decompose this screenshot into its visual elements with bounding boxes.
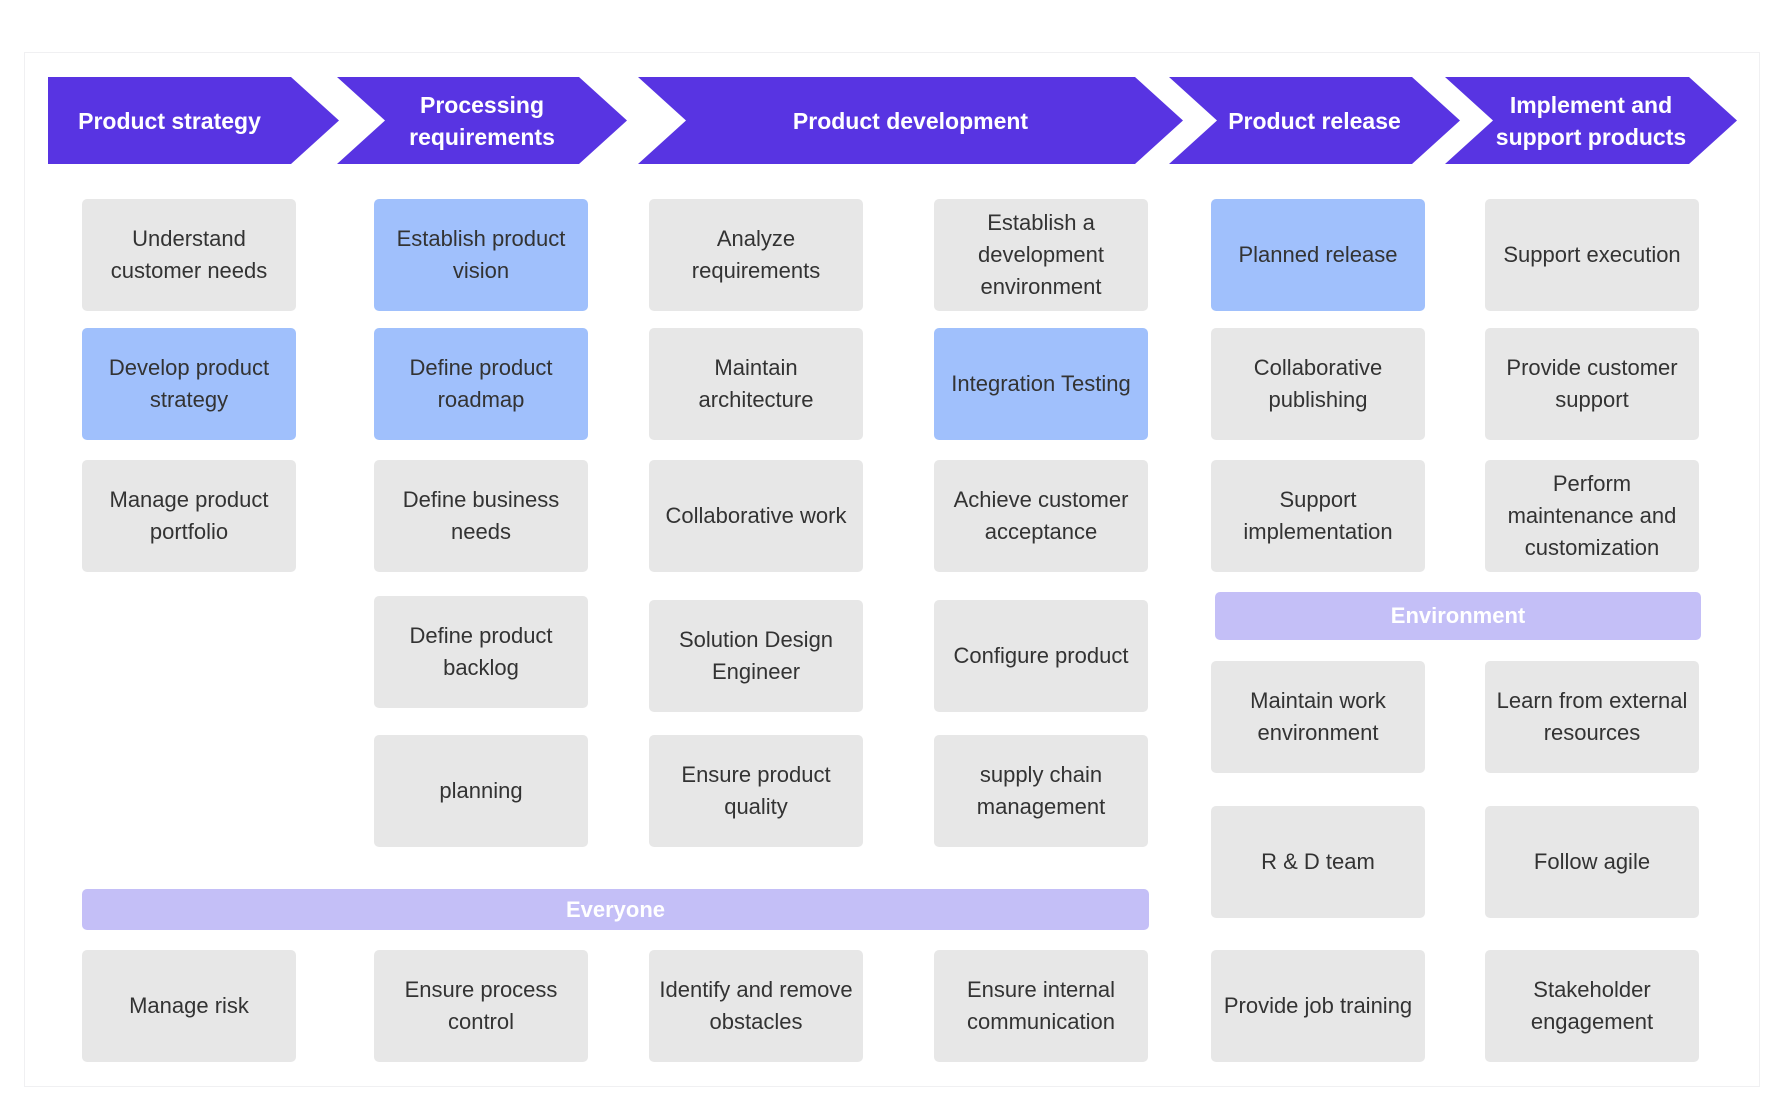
task-card-label: Collaborative publishing (1253, 355, 1383, 412)
task-card-label: Stakeholder engagement (1530, 977, 1654, 1034)
task-card: Manage product portfolio (82, 460, 296, 572)
task-card: Configure product (934, 600, 1148, 712)
task-card: Maintain work environment (1211, 661, 1425, 773)
task-card: R & D team (1211, 806, 1425, 918)
task-card: Ensure product quality (649, 735, 863, 847)
task-card: Support execution (1485, 199, 1699, 311)
stage-label: Product release (1228, 107, 1401, 134)
task-card: Maintain architecture (649, 328, 863, 440)
task-card: Collaborative publishing (1211, 328, 1425, 440)
task-card-label: Ensure product quality (681, 762, 831, 819)
task-card: supply chain management (934, 735, 1148, 847)
task-card: Develop product strategy (82, 328, 296, 440)
task-card: Define business needs (374, 460, 588, 572)
stage-label: Implement and support products (1495, 91, 1687, 150)
task-card-label: Planned release (1238, 242, 1398, 267)
task-card-label: Develop product strategy (108, 355, 270, 412)
task-card-label: Manage product portfolio (109, 487, 269, 544)
task-card-label: Solution Design Engineer (678, 627, 834, 684)
stage-label: Product development (792, 107, 1029, 134)
task-card-label: Identify and remove obstacles (659, 977, 853, 1034)
task-card: Solution Design Engineer (649, 600, 863, 712)
task-card-label: Maintain work environment (1250, 688, 1386, 745)
task-card-label: R & D team (1261, 849, 1375, 874)
task-card: Define product roadmap (374, 328, 588, 440)
task-card-label: Provide job training (1223, 993, 1413, 1018)
task-card: Understand customer needs (82, 199, 296, 311)
stage-label: Product strategy (78, 107, 261, 134)
task-card-label: Follow agile (1533, 849, 1651, 874)
task-card: planning (374, 735, 588, 847)
task-card: Perform maintenance and customization (1485, 460, 1699, 572)
task-card-label: Perform maintenance and customization (1507, 471, 1677, 560)
task-card: Support implementation (1211, 460, 1425, 572)
task-card: Establish product vision (374, 199, 588, 311)
task-card-label: Collaborative work (665, 503, 847, 528)
task-card: Ensure process control (374, 950, 588, 1062)
task-card-label: Maintain architecture (698, 355, 814, 412)
task-card: Achieve customer acceptance (934, 460, 1148, 572)
stage-label: Processing requirements (409, 91, 555, 150)
task-card: Ensure internal communication (934, 950, 1148, 1062)
task-card: Provide job training (1211, 950, 1425, 1062)
task-card: Manage risk (82, 950, 296, 1062)
task-card: Identify and remove obstacles (649, 950, 863, 1062)
task-card: Integration Testing (934, 328, 1148, 440)
task-card: Define product backlog (374, 596, 588, 708)
task-card: Provide customer support (1485, 328, 1699, 440)
task-card-label: Ensure process control (404, 977, 558, 1034)
task-card: Planned release (1211, 199, 1425, 311)
task-card-label: planning (439, 778, 523, 803)
task-card-label: Establish a development environment (978, 210, 1104, 299)
group-label: Environment (1390, 603, 1526, 628)
task-card-label: Support execution (1503, 242, 1681, 267)
task-card-label: Integration Testing (951, 371, 1131, 396)
group-label: Everyone (565, 896, 666, 922)
task-card-label: Define business needs (402, 487, 560, 544)
task-card: Stakeholder engagement (1485, 950, 1699, 1062)
task-card-label: Define product roadmap (409, 355, 553, 412)
task-card: Analyze requirements (649, 199, 863, 311)
task-card: Learn from external resources (1485, 661, 1699, 773)
task-card-label: Configure product (953, 643, 1129, 668)
stage-arrow-product-strategy: Product strategy (48, 77, 339, 164)
task-card-label: Provide customer support (1506, 355, 1678, 412)
task-card-label: Establish product vision (396, 226, 566, 283)
task-card-label: Support implementation (1243, 487, 1393, 544)
everyone-group-bar: Everyone (82, 889, 1149, 930)
environment-group-bar: Environment (1215, 592, 1701, 640)
task-card-label: Analyze requirements (691, 226, 821, 283)
task-card-label: Manage risk (129, 993, 249, 1018)
task-card: Establish a development environment (934, 199, 1148, 311)
task-card-label: Define product backlog (409, 623, 553, 680)
task-card-label: Learn from external resources (1496, 688, 1688, 745)
stage-arrow-product-development: Product development (638, 77, 1183, 164)
task-card-label: Ensure internal communication (967, 977, 1115, 1034)
task-card-label: supply chain management (976, 762, 1106, 819)
task-card-label: Achieve customer acceptance (953, 487, 1129, 544)
task-card: Follow agile (1485, 806, 1699, 918)
task-card-label: Understand customer needs (110, 226, 268, 283)
task-card: Collaborative work (649, 460, 863, 572)
